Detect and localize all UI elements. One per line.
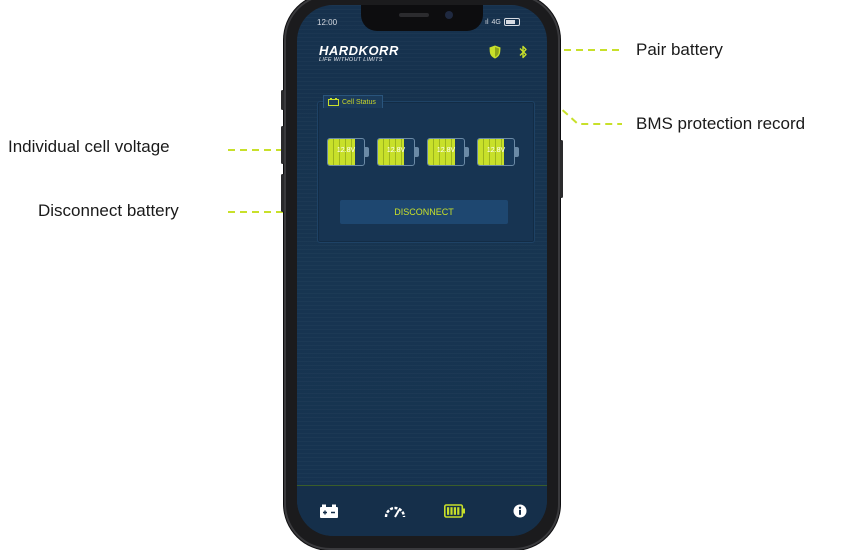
cell-voltage: 12.8V (386, 147, 406, 154)
brand-logo: HARDKORR LIFE WITHOUT LIMITS (319, 43, 399, 63)
callout-disconnect: Disconnect battery (38, 201, 179, 220)
power-button (560, 140, 563, 198)
status-time: 12:00 (317, 18, 338, 27)
callout-cell-voltage: Individual cell voltage (8, 137, 170, 156)
shield-icon[interactable] (489, 45, 501, 59)
cell-indicator: 12.8V (477, 138, 519, 166)
phone-screen: 12:00 ıl 4G HARDKORR LIFE WITHOUT LIMITS… (297, 5, 547, 536)
status-battery-icon (503, 18, 520, 26)
cell-terminal (415, 147, 419, 157)
volume-down-button (281, 174, 284, 212)
info-icon[interactable] (513, 504, 527, 518)
camera (445, 11, 453, 19)
network-label: 4G (491, 18, 501, 26)
speaker (399, 13, 429, 17)
bluetooth-icon[interactable] (518, 45, 528, 59)
cell-voltage: 12.8V (436, 147, 456, 154)
gauge-icon[interactable] (384, 504, 406, 518)
bottom-tab-bar (297, 485, 547, 536)
cell-indicator: 12.8V (427, 138, 469, 166)
battery-status-icon[interactable] (320, 504, 338, 518)
status-indicators: ıl 4G (485, 18, 520, 26)
callout-pair-battery: Pair battery (636, 40, 723, 59)
cell-terminal (515, 147, 519, 157)
disconnect-button[interactable]: DISCONNECT (340, 200, 508, 224)
notch (361, 5, 483, 31)
cell-status-tab: Cell Status (323, 95, 383, 108)
cell-terminal (365, 147, 369, 157)
callout-bms-record: BMS protection record (636, 114, 806, 133)
cell-voltage: 12.8V (336, 147, 356, 154)
cell-list: 12.8V 12.8V 12.8V 12.8V (327, 138, 519, 166)
mute-switch (281, 90, 284, 110)
battery-outline-icon (328, 98, 339, 106)
cell-voltage: 12.8V (486, 147, 506, 154)
cell-status-title: Cell Status (342, 98, 376, 106)
cell-indicator: 12.8V (377, 138, 419, 166)
signal-icon: ıl (485, 18, 489, 26)
cell-terminal (465, 147, 469, 157)
battery-cells-icon[interactable] (444, 504, 466, 518)
volume-up-button (281, 126, 284, 164)
brand-name: HARDKORR (319, 43, 399, 58)
cell-indicator: 12.8V (327, 138, 369, 166)
